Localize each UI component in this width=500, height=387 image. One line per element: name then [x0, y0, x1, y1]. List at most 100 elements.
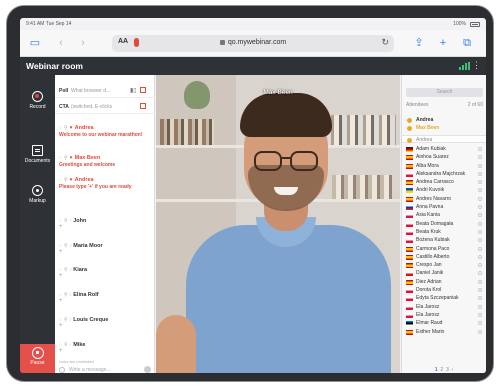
more-icon[interactable]: ⁝ [70, 342, 72, 348]
attendee-status-icon [478, 288, 482, 292]
app-header: Webinar room ⋮ [20, 57, 486, 75]
pin-icon[interactable]: ⚲ [64, 317, 68, 323]
pagination: 1 2 3 › [402, 367, 486, 373]
flag-icon [406, 163, 413, 169]
menu-icon[interactable]: ⋮ [472, 60, 481, 71]
reply-icon[interactable]: ◌ [59, 155, 62, 161]
documents-button[interactable]: Documents [20, 145, 55, 164]
markup-button[interactable]: Markup [20, 185, 55, 204]
reply-icon[interactable]: ◌ [59, 177, 62, 183]
message-text: Greetings and welcome [59, 162, 116, 168]
message-text: + [59, 249, 63, 255]
pin-icon[interactable]: ⚲ [64, 218, 68, 224]
more-icon[interactable]: ⁝ [70, 218, 72, 224]
attendee-name: Ela Jarosz [416, 311, 440, 318]
message-text: + [59, 298, 63, 304]
pin-icon[interactable]: ⚲ [64, 267, 68, 273]
poll-label: Poll [59, 88, 69, 94]
new-tab-icon[interactable]: + [436, 36, 450, 50]
attendee-row[interactable]: Esther Marin [402, 328, 486, 336]
attendee-row[interactable]: Andrea [402, 134, 486, 143]
attendee-row[interactable]: Castillo Alberto [402, 253, 486, 261]
message-input[interactable]: Write a message... [57, 365, 153, 373]
attendee-row[interactable]: Daniel Janik [402, 269, 486, 277]
attendee-status-icon [478, 271, 482, 276]
address-bar[interactable]: AA qo.mywebinar.com ↻ [112, 35, 394, 52]
attendee-name: Anna Pavna [416, 204, 444, 210]
emoji-icon[interactable] [59, 367, 65, 373]
attendee-status-icon [478, 254, 482, 259]
back-icon[interactable]: ‹ [54, 36, 68, 50]
attendee-row[interactable]: Andres Navarro [402, 195, 486, 203]
attendee-row[interactable]: Beata Kruk [402, 228, 486, 236]
reply-icon[interactable]: ◌ [59, 125, 62, 131]
chat-message: ◌ ⚲ ♥ Max Been Greetings and welcome [59, 155, 151, 170]
attendee-status-icon [478, 321, 482, 326]
attendee-row[interactable]: Adam Kubiak [402, 145, 486, 153]
attendee-row[interactable]: Dorota Krol [402, 286, 486, 294]
attendee-row[interactable]: Anna Pavna [402, 203, 486, 211]
attendee-name: Daniel Janik [416, 270, 444, 277]
poll-close-icon[interactable] [140, 87, 146, 93]
attendee-name: Carmona Paco [416, 245, 450, 252]
page-3[interactable]: 3 [446, 367, 449, 373]
attendee-row[interactable]: Ela Jarosz [402, 311, 486, 319]
attendee-search-input[interactable]: Search [406, 88, 483, 97]
message-list: ◌ ⚲ ♥ Andrea Welcome to our webinar maratho… [55, 106, 155, 356]
attendee-row[interactable]: Andri Kuvoik [402, 186, 486, 194]
more-icon[interactable]: ⁝ [70, 292, 72, 298]
send-icon[interactable] [144, 366, 151, 373]
attendee-row[interactable]: Diez Adrian [402, 278, 486, 286]
attendee-row[interactable]: Max Been [402, 124, 486, 132]
attendee-row[interactable]: Ela Jarosz [402, 303, 486, 311]
like-icon[interactable]: ♥ [70, 177, 73, 183]
poll-results-icon[interactable]: ▮▯ [130, 87, 137, 94]
attendee-row[interactable]: Andrea [402, 116, 486, 124]
pin-icon[interactable]: ⚲ [64, 243, 68, 249]
flag-icon [406, 312, 413, 318]
attendee-name: Alba Mora [416, 162, 439, 169]
attendee-row[interactable]: Elmar Raud [402, 319, 486, 327]
reload-icon[interactable]: ↻ [381, 37, 389, 48]
attendee-status-icon [478, 229, 482, 234]
attendee-row[interactable]: Crespo Jan [402, 261, 486, 269]
attendee-status-icon [478, 221, 482, 226]
forward-icon[interactable]: › [76, 36, 90, 50]
attendee-name: Beata Kruk [416, 228, 441, 235]
attendee-row[interactable]: Carmona Paco [402, 245, 486, 253]
attendee-row[interactable]: Alba Mora [402, 162, 486, 170]
pin-icon[interactable]: ⚲ [64, 177, 68, 183]
sidebar-icon[interactable]: ▭ [28, 36, 42, 50]
like-icon[interactable]: ♥ [70, 155, 73, 161]
page-2[interactable]: 2 [440, 367, 443, 373]
attendee-row[interactable]: Bożena Kubiak [402, 236, 486, 244]
chat-rules-note: Links are prohibited [59, 359, 94, 364]
attendee-row[interactable]: Edyta Szczepaniak [402, 294, 486, 302]
attendee-row[interactable]: Asia Kania [402, 211, 486, 219]
more-icon[interactable]: ⁝ [70, 317, 72, 323]
next-page-icon[interactable]: › [452, 367, 454, 373]
chat-message: ◌ ⚲ ♥ Andrea Please type '+' if you are rea… [59, 177, 151, 192]
pin-icon[interactable]: ⚲ [64, 292, 68, 298]
more-icon[interactable]: ⁝ [70, 243, 72, 249]
pin-icon[interactable]: ⚲ [64, 125, 68, 131]
more-icon[interactable]: ⁝ [70, 267, 72, 273]
attendee-row[interactable]: Aleksandra Majchrzak [402, 170, 486, 178]
like-icon[interactable]: ♥ [70, 125, 73, 131]
share-icon[interactable]: ⇪ [412, 36, 426, 50]
record-button[interactable]: Record [20, 91, 55, 110]
app-title: Webinar room [26, 61, 83, 71]
url-text: qo.mywebinar.com [227, 39, 287, 46]
tabs-overview-icon[interactable]: ⧉ [460, 36, 474, 50]
attendee-row[interactable]: Andrea Carrasco [402, 178, 486, 186]
attendee-row[interactable]: Beata Domagała [402, 220, 486, 228]
pause-button[interactable]: Pause [20, 344, 55, 373]
chat-message: ◌ ⚲ ⁝ Kiara + [59, 267, 151, 280]
pin-icon[interactable]: ⚲ [64, 342, 68, 348]
attendee-name: Andrea Carrasco [416, 179, 454, 186]
attendee-row[interactable]: Ainhoa Suarez [402, 153, 486, 161]
pin-icon[interactable]: ⚲ [64, 155, 68, 161]
page-1[interactable]: 1 [435, 367, 438, 373]
attendee-status-icon [478, 304, 482, 309]
poll-row[interactable]: Poll What browser d... ▮▯ [55, 83, 155, 98]
